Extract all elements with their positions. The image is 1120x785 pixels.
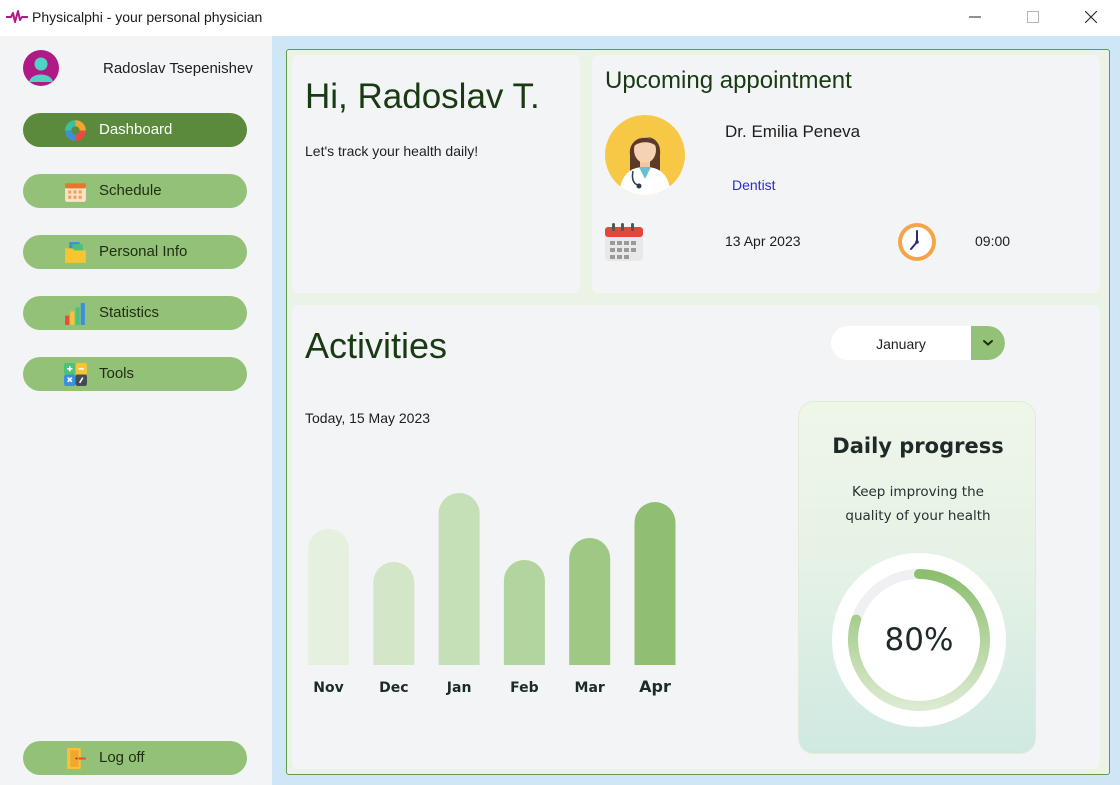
heartbeat-icon [6,10,28,23]
activity-bar-chart: Nov Dec Jan Feb Mar Apr [308,493,676,696]
clock-icon [898,223,936,261]
progress-subtitle-line: quality of your health [845,508,991,524]
window-title: Physicalphi - your personal physician [32,9,263,25]
chart-bar-feb [503,560,545,665]
sidebar-item-label: Dashboard [99,121,173,138]
appointment-title: Upcoming appointment [605,67,852,94]
appointment-date: 13 Apr 2023 [725,233,801,249]
chart-tick-label: Dec [379,680,408,696]
minimize-icon [969,16,981,18]
avatar[interactable] [23,50,59,86]
sidebar-item-label: Tools [99,365,135,382]
calendar-icon [65,183,86,202]
bar-chart-icon [65,303,85,325]
doctor-name: Dr. Emilia Peneva [725,122,861,141]
sidebar-item-personal-info[interactable]: Personal Info [23,235,247,269]
chart-tick-label: Apr [639,677,671,696]
chart-bar-nov [308,529,349,665]
maximize-button[interactable] [1004,0,1062,34]
sidebar-item-schedule[interactable]: Schedule [23,174,247,208]
chevron-down-icon [983,340,993,346]
doctor-avatar [605,115,685,195]
close-button[interactable] [1062,0,1120,34]
close-icon [1085,11,1097,23]
calculator-icon [64,363,87,386]
chart-bar-dec [373,562,415,665]
greeting-card: Hi, Radoslav T. Let's track your health … [292,55,580,293]
chart-tick-label: Mar [575,680,605,696]
appointment-time: 09:00 [975,233,1011,249]
doctor-specialty[interactable]: Dentist [732,177,776,193]
maximize-icon [1027,11,1039,23]
month-dropdown[interactable]: January [831,326,1005,360]
month-dropdown-toggle[interactable] [971,326,1005,360]
title-bar: Physicalphi - your personal physician [0,0,1120,36]
sidebar-item-label: Statistics [99,304,160,321]
folder-icon [65,242,86,263]
greeting-subtitle: Let's track your health daily! [305,143,479,159]
sidebar-item-dashboard[interactable]: Dashboard [23,113,247,147]
chart-tick-label: Feb [510,680,539,696]
dashboard-icon [65,120,86,141]
greeting-title: Hi, Radoslav T. [305,77,540,116]
progress-subtitle-line: Keep improving the [852,484,984,500]
minimize-button[interactable] [946,0,1004,34]
chart-bar-mar [569,538,611,665]
activities-date: Today, 15 May 2023 [305,410,431,426]
exit-door-icon [67,748,86,769]
sidebar-item-statistics[interactable]: Statistics [23,296,247,330]
daily-progress-card: Daily progress Keep improving the qualit… [798,401,1036,754]
user-icon [29,57,53,82]
activities-card: Activities Today, 15 May 2023 January No… [292,305,1100,769]
progress-value: 80% [884,622,954,658]
sidebar-item-label: Personal Info [99,243,188,260]
sidebar: Radoslav Tsepenishev Dashboard Schedule … [0,36,272,785]
activities-title: Activities [305,325,448,366]
progress-subtitle: Keep improving the quality of your healt… [819,480,1017,528]
appointment-card: Upcoming appointment Dr. Emilia Peneva D… [592,55,1100,293]
sidebar-item-label: Schedule [99,182,162,199]
sidebar-item-tools[interactable]: Tools [23,357,247,391]
progress-title: Daily progress [832,434,1004,458]
month-selected-value: January [876,336,926,352]
logoff-label: Log off [99,749,145,766]
doctor-icon [619,136,671,195]
logoff-button[interactable]: Log off [23,741,247,775]
calendar-icon [605,223,643,261]
user-name: Radoslav Tsepenishev [103,60,253,77]
chart-tick-label: Nov [313,680,343,696]
chart-tick-label: Jan [446,680,472,696]
chart-bar-jan [438,493,480,665]
chart-bar-apr [634,502,676,665]
